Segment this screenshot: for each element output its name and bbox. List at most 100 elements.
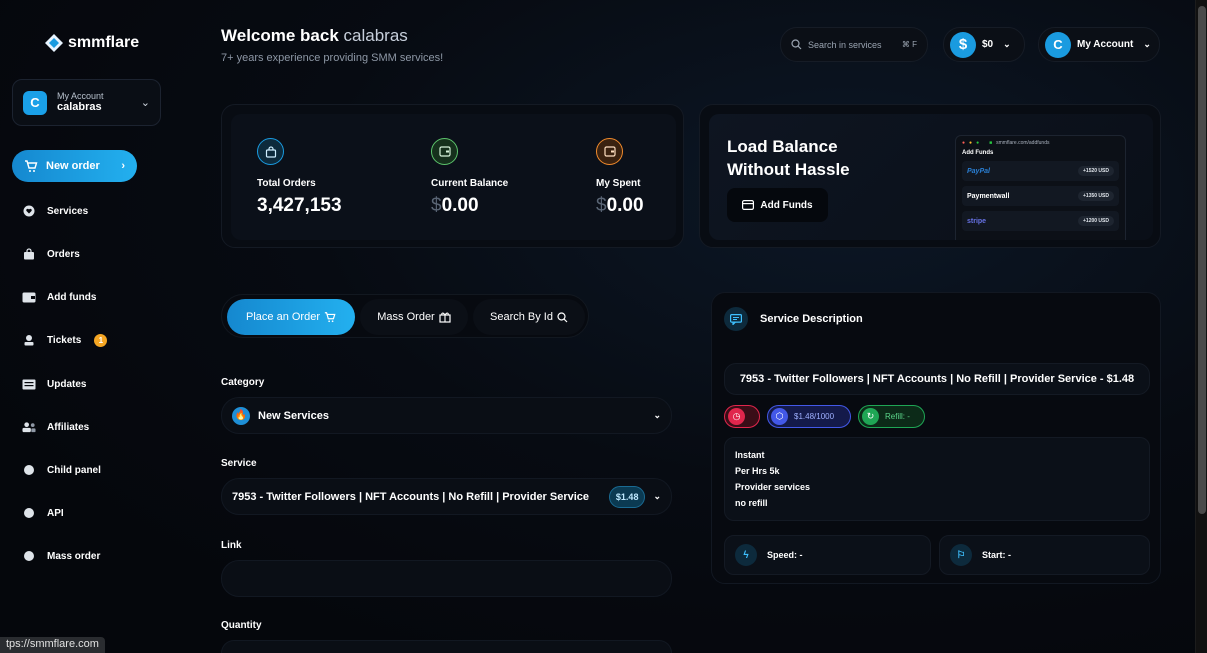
add-funds-label: Add Funds — [760, 199, 813, 211]
welcome-text: Welcome back — [221, 26, 339, 45]
payment-amount: +1350 USD — [1078, 191, 1114, 201]
payment-method-row: PayPal +1520 USD — [962, 161, 1119, 181]
quantity-input[interactable] — [221, 640, 672, 653]
service-description-panel: Service Description 7953 - Twitter Follo… — [711, 292, 1161, 584]
preview-browser-bar: ● ● ● ■ smmflare.com/addfunds — [962, 140, 1050, 146]
payment-amount: +1520 USD — [1078, 166, 1114, 176]
sidebar-item-orders[interactable]: Orders — [22, 247, 182, 261]
stat-value: $0.00 — [596, 195, 644, 216]
page-title: Welcome back calabras — [221, 26, 408, 46]
page-subtitle: 7+ years experience providing SMM servic… — [221, 52, 444, 64]
chevron-down-icon: ⌄ — [1143, 39, 1151, 49]
sidebar-item-updates[interactable]: Updates — [22, 377, 182, 391]
sidebar-item-label: API — [47, 507, 64, 519]
tab-place-order[interactable]: Place an Order — [227, 299, 355, 335]
chevron-down-icon: ⌄ — [140, 97, 150, 109]
sidebar-item-label: Tickets — [47, 334, 82, 346]
new-order-button[interactable]: New order › — [12, 150, 137, 182]
gift-icon — [439, 312, 451, 323]
add-funds-button[interactable]: Add Funds — [727, 188, 828, 222]
chevron-down-icon: ⌄ — [653, 491, 661, 501]
time-chip: ◷ — [724, 405, 760, 428]
account-label: My Account — [1077, 39, 1134, 50]
ticket-icon — [22, 333, 36, 347]
sidebar-item-label: Orders — [47, 248, 80, 260]
newspaper-icon — [22, 377, 36, 391]
category-value: New Services — [258, 409, 329, 422]
sidebar-item-tickets[interactable]: Tickets 1 — [22, 333, 182, 347]
service-price-badge: $1.48 — [608, 485, 646, 508]
tickets-count-badge: 1 — [94, 333, 108, 347]
brand-logo[interactable]: smmflare — [44, 33, 139, 53]
stat-total-orders: Total Orders 3,427,153 — [257, 138, 342, 217]
cart-icon — [25, 160, 38, 172]
tab-mass-order[interactable]: Mass Order — [360, 299, 468, 335]
sidebar-item-api[interactable]: API — [22, 506, 182, 520]
detail-line: Per Hrs 5k — [735, 466, 780, 476]
category-select[interactable]: 🔥 New Services ⌄ — [221, 397, 672, 434]
tab-search-by-id[interactable]: Search By Id — [473, 299, 585, 335]
search-input[interactable]: Search in services ⌘ F — [780, 27, 928, 62]
brand-name: smmflare — [68, 34, 140, 51]
account-switcher[interactable]: C My Account calabras ⌄ — [12, 79, 161, 126]
scrollbar-thumb[interactable] — [1198, 6, 1206, 514]
clock-icon: ◷ — [728, 408, 745, 425]
sidebar-item-add-funds[interactable]: Add funds — [22, 290, 182, 304]
page-scrollbar[interactable] — [1195, 0, 1207, 653]
service-select[interactable]: 7953 - Twitter Followers | NFT Accounts … — [221, 478, 672, 515]
start-info: ⚐ Start: - — [939, 535, 1150, 575]
stripe-logo: stripe — [967, 217, 987, 225]
fire-icon: 🔥 — [232, 406, 250, 425]
avatar: C — [23, 90, 47, 115]
stat-current-balance: Current Balance $0.00 — [431, 138, 508, 217]
search-placeholder: Search in services — [808, 39, 882, 50]
link-input[interactable] — [221, 560, 672, 597]
dollar-icon: $ — [950, 31, 976, 58]
rate-chip: ⬡ $1.48/1000 — [767, 405, 851, 428]
balance-dropdown[interactable]: $ $0 ⌄ — [943, 27, 1025, 62]
selected-service-title: 7953 - Twitter Followers | NFT Accounts … — [724, 363, 1150, 395]
refill-chip: ↻ Refill: - — [858, 405, 925, 428]
search-icon — [557, 311, 568, 322]
sidebar-item-label: Mass order — [47, 550, 101, 562]
sidebar-item-affiliates[interactable]: Affiliates — [22, 420, 182, 434]
welcome-username: calabras — [343, 26, 408, 45]
add-funds-promo: Load Balance Without Hassle Add Funds ● ●… — [699, 104, 1161, 248]
stat-label: Current Balance — [431, 178, 509, 189]
account-dropdown[interactable]: C My Account ⌄ — [1038, 27, 1160, 62]
service-label: Service — [221, 458, 257, 469]
sidebar-item-label: Child panel — [47, 464, 101, 476]
tag-icon: ⬡ — [771, 408, 788, 425]
account-username: calabras — [57, 101, 102, 114]
wallet-icon — [596, 138, 623, 165]
preview-heading: Add Funds — [962, 150, 994, 156]
page: smmflare C My Account calabras ⌄ New ord… — [0, 0, 1207, 653]
cart-icon — [324, 312, 336, 323]
bag-icon — [22, 247, 36, 261]
wallet-icon — [431, 138, 458, 165]
sidebar: smmflare C My Account calabras ⌄ New ord… — [0, 0, 200, 653]
payment-method-row: stripe +1200 USD — [962, 211, 1119, 231]
sidebar-item-services[interactable]: Services — [22, 204, 182, 218]
dot-icon — [22, 463, 36, 477]
stat-value: 3,427,153 — [257, 195, 342, 216]
search-shortcut: ⌘ F — [901, 40, 917, 49]
bag-icon — [257, 138, 284, 165]
service-description-title: Service Description — [760, 313, 863, 325]
chevron-down-icon: ⌄ — [1003, 39, 1011, 49]
wallet-icon — [742, 200, 755, 210]
service-value: 7953 - Twitter Followers | NFT Accounts … — [232, 490, 590, 503]
sidebar-item-mass-order[interactable]: Mass order — [22, 549, 182, 563]
payment-amount: +1200 USD — [1078, 216, 1114, 226]
wallet-icon — [22, 290, 36, 304]
payment-method-row: Paymentwall +1350 USD — [962, 186, 1119, 206]
service-details: Instant Per Hrs 5k Provider services no … — [724, 437, 1150, 521]
dot-icon — [22, 506, 36, 520]
detail-line: Instant — [735, 450, 765, 460]
stat-label: Total Orders — [257, 178, 316, 189]
sidebar-item-child-panel[interactable]: Child panel — [22, 463, 182, 477]
preview-url: smmflare.com/addfunds — [996, 140, 1050, 146]
dot-icon — [22, 549, 36, 563]
category-label: Category — [221, 377, 265, 388]
order-tabs: Place an Order Mass Order Search By Id — [221, 294, 589, 338]
